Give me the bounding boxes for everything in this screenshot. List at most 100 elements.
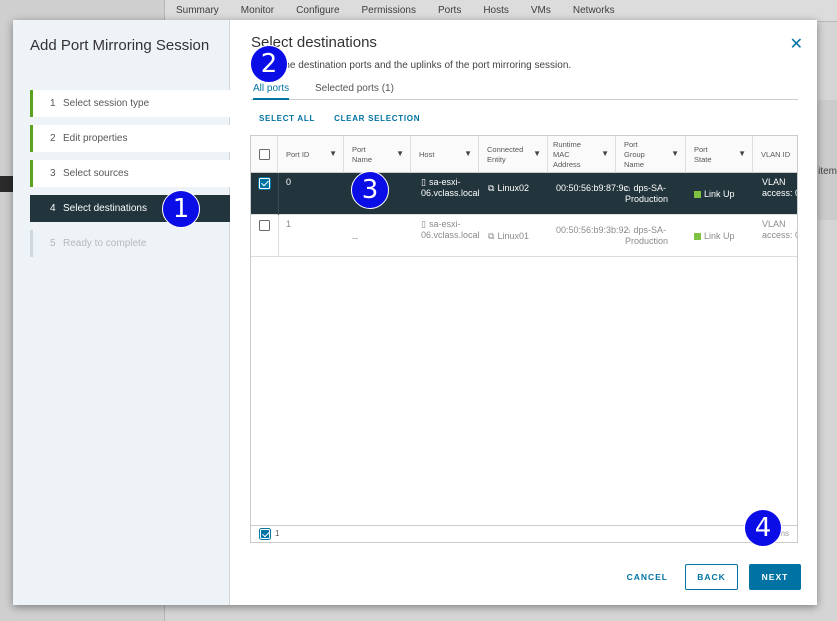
annotation-badge-1: 1: [162, 190, 200, 228]
grid-actions: SELECT ALL CLEAR SELECTION: [259, 112, 436, 124]
background-right-text: item: [818, 166, 837, 177]
next-button[interactable]: NEXT: [749, 564, 801, 590]
col-port-name[interactable]: Port Name ▼: [344, 136, 411, 173]
col-label: Port Group Name: [624, 139, 645, 169]
selected-count: 1: [275, 529, 280, 538]
row-checkbox[interactable]: [259, 178, 270, 189]
background-strip: [0, 176, 14, 192]
link-up-icon: [694, 191, 701, 199]
host-icon: ▯: [421, 219, 426, 229]
filter-icon[interactable]: ▼: [533, 149, 541, 159]
host-icon: ▯: [421, 177, 426, 187]
select-all-button[interactable]: SELECT ALL: [259, 114, 315, 123]
port-mirroring-dialog: Add Port Mirroring Session 1 Select sessi…: [13, 20, 817, 605]
wizard-steps: 1 Select session type 2 Edit properties 3S…: [30, 90, 230, 265]
wizard-footer: CANCEL BACK NEXT: [610, 564, 801, 590]
header-checkbox-cell: [251, 136, 278, 173]
col-label: Host: [419, 149, 435, 159]
wizard-nav: Add Port Mirroring Session 1 Select sessi…: [13, 20, 230, 605]
col-label: VLAN ID: [761, 149, 791, 159]
table-row[interactable]: 0 ▯ sa-esxi-06.vclass.local ⧉ Linux02 00:5…: [251, 173, 797, 215]
select-all-checkbox[interactable]: [259, 149, 270, 160]
col-label: Runtime MAC Address: [553, 139, 581, 169]
cell-port-state: Link Up: [694, 189, 735, 200]
background-right-panel: [817, 100, 837, 220]
bg-tab-networks: Networks: [572, 4, 615, 16]
link-up-icon: [694, 233, 701, 241]
bg-tab-ports: Ports: [437, 4, 462, 16]
step-select-sources[interactable]: 3 Select sources: [30, 160, 230, 187]
col-port-group[interactable]: Port Group Name ▼: [616, 136, 686, 173]
close-icon[interactable]: ✕: [790, 37, 803, 53]
col-connected-entity[interactable]: Connected Entity ▼: [479, 136, 548, 173]
cancel-button[interactable]: CANCEL: [621, 564, 674, 590]
ports-grid: Port ID ▼ Port Name ▼ Host ▼ Connected Enti…: [250, 135, 798, 543]
host-name: sa-esxi-06.vclass.local: [421, 177, 480, 198]
cell-connected-entity: ⧉ Linux01: [488, 231, 540, 242]
wizard-content: Select destinations ✕ Select the destina…: [231, 20, 817, 605]
col-port-state[interactable]: Port State ▼: [686, 136, 753, 173]
step-number: 5: [50, 238, 56, 249]
step-label: Edit properties: [63, 133, 128, 144]
col-runtime-mac[interactable]: Runtime MAC Address ▼: [548, 136, 616, 173]
cell-mac-address: 00:50:56:b9:3b:92: [556, 225, 629, 235]
filter-icon[interactable]: ▼: [601, 149, 609, 159]
entity-name: Linux02: [497, 183, 529, 193]
row-checkbox-cell: [259, 178, 270, 192]
row-checkbox-cell: [259, 220, 270, 234]
annotation-badge-2: 2: [250, 45, 288, 83]
bg-tab-configure: Configure: [296, 4, 340, 16]
col-label: Port State: [694, 144, 712, 164]
footer-selection-checkbox[interactable]: [260, 529, 270, 539]
step-select-destinations[interactable]: 4 Select destinations: [30, 195, 230, 222]
filter-icon[interactable]: ▼: [671, 149, 679, 159]
cell-port-name: --: [352, 233, 358, 243]
state-text: Link Up: [704, 189, 735, 199]
back-button[interactable]: BACK: [685, 564, 738, 590]
step-number: 1: [50, 98, 56, 109]
cell-port-id: 0: [286, 177, 292, 187]
cell-port-id: 1: [286, 219, 292, 229]
vm-icon: ⧉: [488, 231, 495, 241]
state-text: Link Up: [704, 231, 735, 241]
step-label: Select sources: [63, 168, 129, 179]
col-port-id[interactable]: Port ID ▼: [278, 136, 344, 173]
step-label: Select destinations: [63, 203, 147, 214]
step-number: 4: [50, 203, 56, 214]
cell-vlan: VLAN access: 0: [762, 177, 798, 198]
tab-selected-ports[interactable]: Selected ports (1): [315, 81, 394, 96]
tab-all-ports[interactable]: All ports: [253, 81, 290, 100]
filter-icon[interactable]: ▼: [329, 149, 337, 159]
bg-tab-hosts: Hosts: [483, 4, 509, 16]
column-divider: [278, 215, 279, 257]
column-divider: [278, 173, 279, 215]
step-number: 2: [50, 133, 56, 144]
step-ready-to-complete: 5 Ready to complete: [30, 230, 230, 257]
cell-connected-entity: ⧉ Linux02: [488, 183, 540, 194]
background-tabs: Summary Monitor Configure Permissions Po…: [165, 0, 837, 22]
filter-icon[interactable]: ▼: [464, 149, 472, 159]
col-host[interactable]: Host ▼: [411, 136, 479, 173]
filter-icon[interactable]: ▼: [396, 149, 404, 159]
vm-icon: ⧉: [488, 183, 495, 193]
cell-port-state: Link Up: [694, 231, 735, 242]
annotation-badge-4: 4: [744, 509, 782, 547]
col-vlan-id[interactable]: VLAN ID: [753, 136, 797, 173]
cell-host: ▯ sa-esxi-06.vclass.local: [421, 177, 480, 199]
step-select-session-type[interactable]: 1 Select session type: [30, 90, 230, 117]
row-checkbox[interactable]: [259, 220, 270, 231]
port-group-name: dps-SA-Production: [625, 225, 669, 246]
page-subtitle: Select the destination ports and the upl…: [251, 60, 572, 71]
cell-host: ▯ sa-esxi-06.vclass.local: [421, 219, 480, 241]
bg-tab-monitor: Monitor: [240, 4, 275, 16]
entity-name: Linux01: [497, 231, 529, 241]
filter-icon[interactable]: ▼: [738, 149, 746, 159]
table-row[interactable]: 1 -- ▯ sa-esxi-06.vclass.local ⧉ Linux01 0…: [251, 215, 797, 257]
step-edit-properties[interactable]: 2 Edit properties: [30, 125, 230, 152]
portgroup-icon: ⌂: [625, 183, 631, 193]
step-label: Select session type: [63, 98, 150, 109]
host-name: sa-esxi-06.vclass.local: [421, 219, 480, 240]
col-label: Connected Entity: [487, 144, 524, 164]
annotation-badge-3: 3: [351, 171, 389, 209]
clear-selection-button[interactable]: CLEAR SELECTION: [334, 114, 420, 123]
